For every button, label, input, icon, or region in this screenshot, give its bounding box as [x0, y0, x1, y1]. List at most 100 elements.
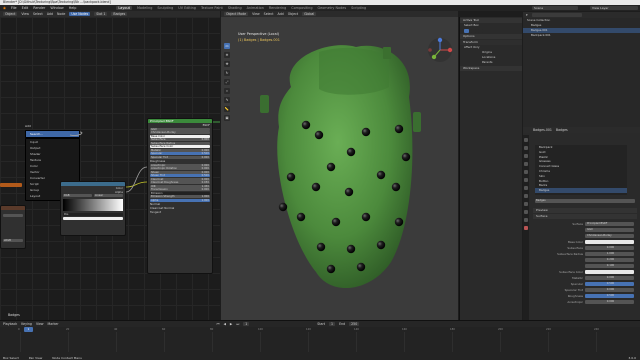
object-tab-icon[interactable] [524, 186, 528, 190]
timeline-menu-marker[interactable]: Marker [48, 322, 59, 326]
menu-file[interactable]: File [11, 6, 17, 10]
timeline[interactable]: Playback Keying View Marker ⏮ ◀ ▶ ⏭ 1 St… [0, 320, 640, 355]
select-mode-extend-icon[interactable] [471, 29, 476, 33]
outliner-filter-icon[interactable]: ▾ [526, 13, 528, 17]
material-property-value[interactable]: 0.500 [585, 294, 634, 298]
blender-logo-icon[interactable]: ◉ [3, 6, 6, 10]
material-tab-icon[interactable] [524, 226, 528, 230]
material-property-value[interactable]: 0.000 [585, 300, 634, 304]
viewport-menu-add[interactable]: Add [278, 12, 284, 16]
material-property-value[interactable]: 0.000 [585, 246, 634, 250]
workspace-tab-shading[interactable]: Shading [228, 6, 242, 10]
use-nodes-toggle[interactable]: Use Nodes [69, 12, 91, 16]
material-dropdown[interactable]: Badges [111, 12, 128, 16]
workspace-tab-uv-editing[interactable]: UV Editing [178, 6, 196, 10]
material-property-value[interactable]: 0.200 [585, 258, 634, 262]
select-box-option[interactable]: Select Box [460, 23, 522, 28]
jump-start-icon[interactable]: ⏮ [217, 322, 220, 326]
distribution-dropdown[interactable]: GGX [585, 228, 634, 232]
outliner-empty-area[interactable] [523, 52, 640, 127]
output-tab-icon[interactable] [524, 154, 528, 158]
timeline-menu-playback[interactable]: Playback [3, 322, 17, 326]
material-property-value[interactable]: 0.100 [585, 264, 634, 268]
render-tab-icon[interactable] [524, 146, 528, 150]
measure-tool-icon[interactable]: 📏 [224, 106, 230, 112]
transform-orientation-dropdown[interactable]: Global [302, 12, 317, 16]
workspace-tab-texture-paint[interactable]: Texture Paint [201, 6, 223, 10]
data-tab-icon[interactable] [524, 218, 528, 222]
viewport-menu-select[interactable]: Select [264, 12, 274, 16]
end-frame-field[interactable]: 250 [349, 322, 360, 326]
timeline-menu-view[interactable]: View [36, 322, 44, 326]
menu-window[interactable]: Window [50, 6, 63, 10]
material-property-value[interactable]: 0.500 [585, 282, 634, 286]
select-mode-new-icon[interactable] [464, 29, 469, 33]
workspace-tab-sculpting[interactable]: Sculpting [157, 6, 173, 10]
material-name-field[interactable]: Badges [535, 199, 635, 203]
menu-edit[interactable]: Edit [22, 6, 29, 10]
viewport-menu-view[interactable]: View [252, 12, 260, 16]
playhead[interactable]: 1 [24, 327, 33, 332]
backpack-mesh[interactable] [221, 17, 458, 320]
subsurface-method-dropdown[interactable]: Christensen-Burley [585, 234, 634, 238]
jump-end-icon[interactable]: ⏭ [236, 322, 239, 326]
start-frame-field[interactable]: 1 [329, 322, 336, 326]
material-property-value[interactable]: 0.000 [585, 276, 634, 280]
node-menu-view[interactable]: View [21, 12, 29, 16]
workspace-tab-modeling[interactable]: Modeling [137, 6, 152, 10]
menu-render[interactable]: Render [33, 6, 45, 10]
current-frame-field[interactable]: 1 [243, 322, 250, 326]
annotate-tool-icon[interactable]: ✎ [224, 97, 230, 103]
viewport-menu-object[interactable]: Object [288, 12, 298, 16]
view-layer-selector[interactable]: View Layer [590, 6, 638, 10]
preview-section[interactable]: Preview [533, 208, 637, 213]
material-property-value[interactable]: 0.000 [585, 288, 634, 292]
transform-tool-icon[interactable]: ⌗ [224, 88, 230, 94]
workspace-section[interactable]: Workspace [460, 66, 522, 71]
outliner-search-input[interactable] [531, 13, 582, 17]
workspace-tab-rendering[interactable]: Rendering [269, 6, 286, 10]
scene-selector[interactable]: Scene [532, 6, 578, 10]
node-editor-type-dropdown[interactable]: Object [3, 12, 18, 16]
outliner-row-backpack-001[interactable]: Backpack.001 [523, 33, 640, 38]
select-mode-subtract-icon[interactable] [478, 29, 483, 33]
add-cube-tool-icon[interactable]: ▣ [224, 115, 230, 121]
3d-viewport[interactable]: User Perspective (Local) (1) Badges | Ba… [221, 17, 458, 320]
affect-parents-checkbox[interactable]: Parents [460, 60, 522, 65]
workspace-tab-animation[interactable]: Animation [247, 6, 264, 10]
node-menu-select[interactable]: Select [33, 12, 43, 16]
view-layer-tab-icon[interactable] [524, 162, 528, 166]
material-slot-item[interactable]: Badges [535, 188, 627, 193]
cursor-tool-icon[interactable]: ⊕ [224, 52, 230, 58]
move-tool-icon[interactable]: ✥ [224, 61, 230, 67]
material-property-value[interactable] [585, 270, 634, 274]
workspace-tab-layout[interactable]: Layout [116, 6, 132, 10]
node-menu-add[interactable]: Add [47, 12, 53, 16]
timeline-menu-keying[interactable]: Keying [21, 322, 32, 326]
constraints-tab-icon[interactable] [524, 210, 528, 214]
workspace-tab-geometry-nodes[interactable]: Geometry Nodes [318, 6, 347, 10]
physics-tab-icon[interactable] [524, 202, 528, 206]
rotate-tool-icon[interactable]: ↻ [224, 70, 230, 76]
modifier-tab-icon[interactable] [524, 194, 528, 198]
world-tab-icon[interactable] [524, 178, 528, 182]
scale-tool-icon[interactable]: ⤢ [224, 79, 230, 85]
material-slot-dropdown[interactable]: Slot 1 [94, 12, 108, 16]
workspace-tab-compositing[interactable]: Compositing [291, 6, 312, 10]
select-box-tool-icon[interactable]: ▭ [224, 43, 230, 49]
properties-tabs [523, 135, 529, 320]
material-slot-list[interactable]: Backpack Gold Plastic Glossies Connect Glass… [535, 145, 627, 195]
surface-section[interactable]: Surface [533, 214, 637, 219]
options-section[interactable]: Options [460, 34, 522, 39]
play-reverse-icon[interactable]: ◀ [223, 322, 225, 326]
node-menu-node[interactable]: Node [57, 12, 65, 16]
workspace-tab-scripting[interactable]: Scripting [351, 6, 366, 10]
tool-tab-icon[interactable] [524, 138, 528, 142]
play-icon[interactable]: ▶ [230, 322, 232, 326]
surface-shader-dropdown[interactable]: Principled BSDF [585, 222, 634, 226]
mode-dropdown[interactable]: Object Mode [224, 12, 249, 16]
menu-help[interactable]: Help [69, 6, 77, 10]
material-property-value[interactable] [585, 240, 634, 244]
scene-tab-icon[interactable] [524, 170, 528, 174]
material-property-value[interactable]: 1.000 [585, 252, 634, 256]
